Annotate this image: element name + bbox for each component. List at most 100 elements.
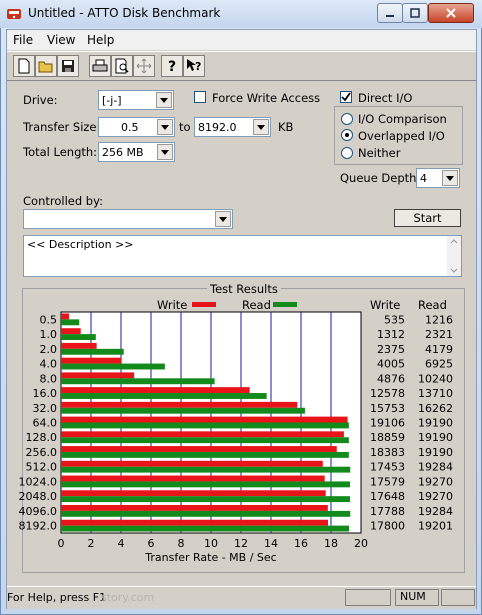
y-tick-label: 16.0 (33, 387, 58, 400)
y-tick-label: 32.0 (33, 402, 58, 415)
app-icon (7, 9, 21, 19)
benchmark-chart: 0 2 4 6 8 10 12 14 16 18 20 Transfer Rate - MB / Se… (19, 311, 453, 564)
y-tick-label: 256.0 (26, 446, 58, 459)
x-tick-label: 16 (294, 537, 308, 550)
write-value: 4005 (377, 358, 405, 371)
write-bar (61, 490, 326, 497)
write-value: 18383 (370, 446, 405, 459)
y-tick-label: 2048.0 (19, 490, 58, 503)
x-tick-label: 6 (148, 537, 155, 550)
read-value: 19190 (418, 446, 453, 459)
write-bar (61, 357, 122, 364)
maximize-button[interactable] (402, 3, 428, 23)
y-tick-label: 512.0 (26, 461, 58, 474)
x-tick-label: 8 (178, 537, 185, 550)
maximize-icon (410, 8, 420, 18)
write-value: 1312 (377, 328, 405, 341)
read-value: 6925 (425, 358, 453, 371)
y-tick-label: 4096.0 (19, 505, 58, 518)
read-bar (61, 525, 350, 532)
y-tick-label: 8.0 (40, 372, 58, 385)
write-bar (61, 416, 348, 423)
x-tick-label: 10 (204, 537, 218, 550)
read-value: 16262 (418, 402, 453, 415)
minimize-button[interactable] (377, 3, 403, 23)
x-tick-label: 12 (234, 537, 248, 550)
write-bar (61, 460, 323, 467)
write-bar (61, 431, 344, 438)
y-tick-label: 1.0 (40, 328, 58, 341)
status-help-text: For Help, press F1 (7, 591, 107, 604)
minimize-icon (386, 15, 394, 17)
x-tick-label: 14 (264, 537, 278, 550)
y-tick-label: 8192.0 (19, 520, 58, 533)
window-title: Untitled - ATTO Disk Benchmark (28, 6, 221, 20)
write-bar (61, 401, 298, 408)
read-bar (61, 363, 165, 370)
write-value: 15753 (370, 402, 405, 415)
client-area: File View Help ? ? Drive: [-j-] Force Wr… (6, 29, 477, 609)
y-tick-label: 0.5 (40, 313, 58, 326)
status-bar: For Help, press F1 story.com NUM (7, 586, 476, 609)
read-value: 19284 (418, 461, 453, 474)
write-value: 17788 (370, 505, 405, 518)
read-value: 19190 (418, 417, 453, 430)
write-value: 535 (384, 313, 405, 326)
title-bar[interactable]: Untitled - ATTO Disk Benchmark (0, 0, 482, 28)
read-bar (61, 393, 267, 399)
write-bar (61, 372, 135, 379)
close-button[interactable] (428, 3, 474, 23)
write-value: 2375 (377, 343, 405, 356)
y-tick-label: 2.0 (40, 343, 58, 356)
write-bar (61, 505, 328, 511)
write-bar (61, 519, 328, 526)
write-value: 4876 (377, 372, 405, 385)
write-value: 19106 (370, 417, 405, 430)
read-bar (61, 348, 124, 355)
write-value: 17579 (370, 475, 405, 488)
y-tick-label: 1024.0 (19, 475, 58, 488)
write-bar (61, 446, 337, 452)
read-bar (61, 319, 80, 326)
read-value: 13710 (418, 387, 453, 400)
read-value: 2321 (425, 328, 453, 341)
status-pane-empty (345, 589, 391, 606)
read-bar (61, 378, 215, 385)
x-tick-label: 2 (88, 537, 95, 550)
read-value: 19270 (418, 475, 453, 488)
write-value: 17453 (370, 461, 405, 474)
x-tick-label: 0 (58, 537, 65, 550)
status-num: NUM (395, 589, 439, 606)
read-value: 19284 (418, 505, 453, 518)
read-bar (61, 407, 305, 414)
read-bar (61, 451, 349, 458)
read-bar (61, 510, 351, 517)
read-value: 19270 (418, 490, 453, 503)
x-tick-label: 4 (118, 537, 125, 550)
write-bar (61, 387, 250, 394)
read-bar (61, 437, 349, 444)
write-value: 18859 (370, 431, 405, 444)
read-value: 4179 (425, 343, 453, 356)
read-bar (61, 334, 96, 340)
write-value: 12578 (370, 387, 405, 400)
read-value: 1216 (425, 313, 453, 326)
read-value: 10240 (418, 372, 453, 385)
write-bar (61, 328, 81, 335)
read-value: 19190 (418, 431, 453, 444)
read-bar (61, 496, 351, 503)
write-bar (61, 313, 70, 320)
write-bar (61, 475, 325, 482)
x-tick-label: 18 (324, 537, 338, 550)
read-bar (61, 481, 351, 488)
write-bar (61, 342, 97, 349)
read-value: 19201 (418, 520, 453, 533)
x-axis-label: Transfer Rate - MB / Sec (144, 551, 276, 564)
close-icon (446, 8, 456, 18)
write-value: 17800 (370, 520, 405, 533)
read-bar (61, 422, 349, 429)
read-bar (61, 466, 351, 473)
x-tick-label: 20 (354, 537, 368, 550)
y-tick-label: 4.0 (40, 358, 58, 371)
write-value: 17648 (370, 490, 405, 503)
